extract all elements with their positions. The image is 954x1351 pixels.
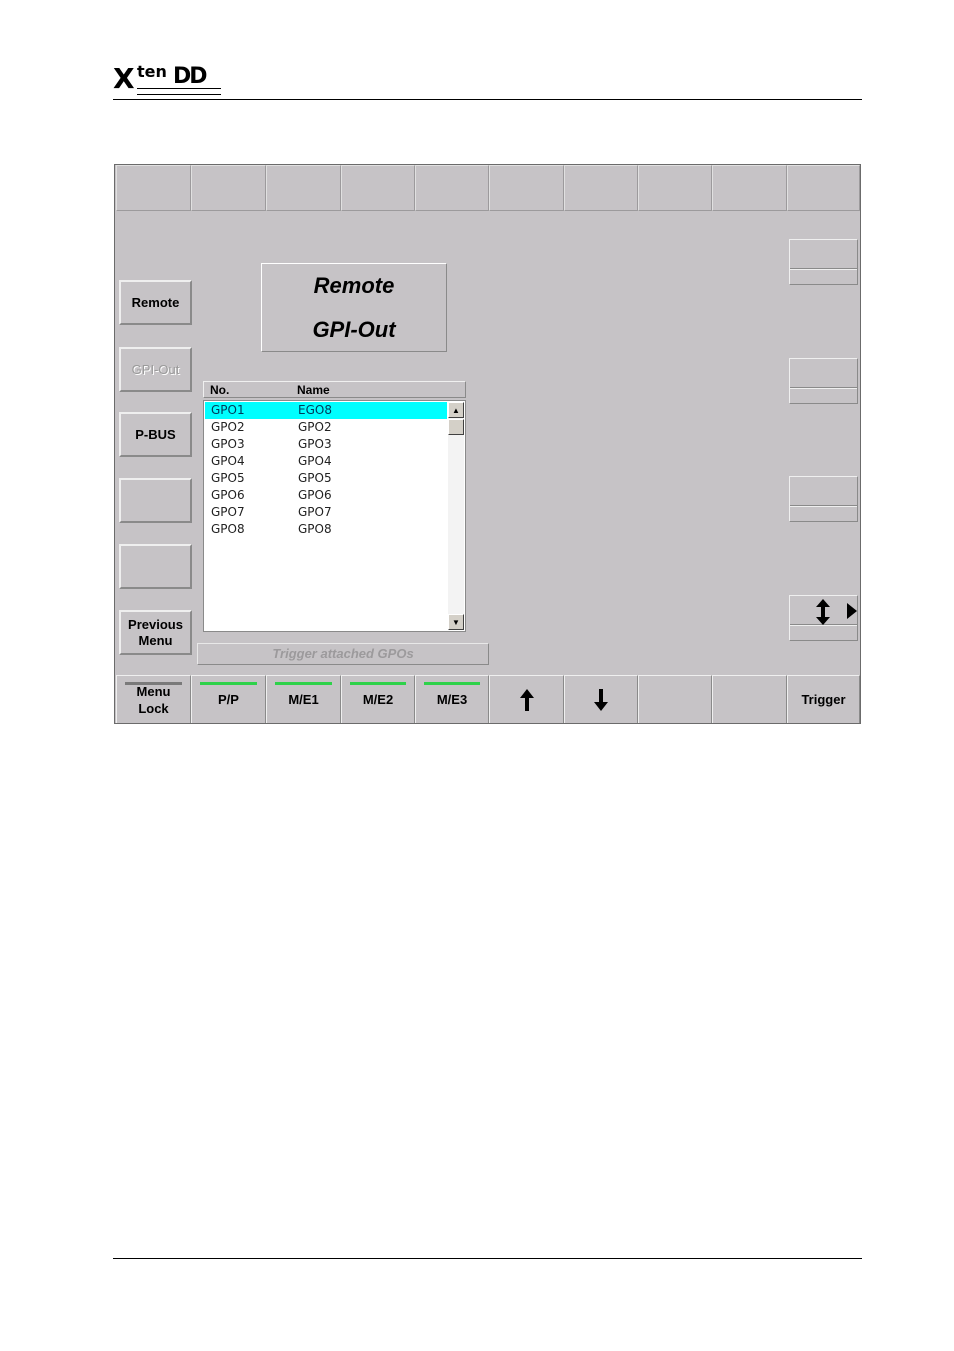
me3-indicator [424, 682, 480, 685]
gpo-list-header: No. Name [203, 381, 466, 398]
top-softkey-10[interactable] [787, 165, 860, 211]
gpo-number: GPO8 [211, 522, 245, 536]
status-hint: Trigger attached GPOs [197, 643, 489, 665]
gpo-name: GPO2 [298, 420, 332, 434]
previous-menu-button-label: Previous Menu [128, 616, 183, 648]
remote-button[interactable]: Remote [119, 280, 192, 325]
up-down-arrow-icon [816, 599, 830, 625]
p-bus-button-label: P-BUS [135, 426, 176, 442]
gpo-number: GPO5 [211, 471, 245, 485]
top-softkey-9[interactable] [712, 165, 787, 211]
me2-indicator [350, 682, 406, 685]
top-softkey-6[interactable] [489, 165, 564, 211]
xten-dd-logo: X ten DD [113, 62, 223, 96]
up-button[interactable] [489, 675, 564, 723]
list-item[interactable]: GPO4 GPO4 [205, 453, 447, 470]
top-softkey-8[interactable] [638, 165, 712, 211]
list-item[interactable]: GPO8 GPO8 [205, 521, 447, 538]
down-button[interactable] [564, 675, 638, 723]
gpi-out-panel: Remote GPI-Out P-BUS Previous Menu Remot… [114, 164, 861, 724]
gpo-name: GPO6 [298, 488, 332, 502]
trigger-label: Trigger [801, 692, 846, 707]
gpo-name: GPO4 [298, 454, 332, 468]
gpo-number: GPO4 [211, 454, 245, 468]
gpo-list[interactable]: GPO1 EGO8 GPO2 GPO2 GPO3 GPO3 GPO4 GPO4 … [203, 400, 466, 632]
gpo-number: GPO2 [211, 420, 245, 434]
gpo-number: GPO3 [211, 437, 245, 451]
me2-label: M/E2 [362, 692, 394, 707]
bottom-empty-button-1[interactable] [638, 675, 712, 723]
scroll-thumb[interactable] [448, 419, 464, 435]
list-item[interactable]: GPO3 GPO3 [205, 436, 447, 453]
list-scrollbar[interactable]: ▲ ▼ [448, 402, 464, 630]
list-item[interactable]: GPO2 GPO2 [205, 419, 447, 436]
play-right-icon[interactable] [847, 603, 857, 619]
me2-button[interactable]: M/E2 [341, 675, 415, 723]
top-softkey-4[interactable] [341, 165, 415, 211]
list-item[interactable]: GPO7 GPO7 [205, 504, 447, 521]
right-softkey-2[interactable] [789, 358, 858, 404]
logo-dd: DD [173, 64, 208, 89]
footer-rule [113, 1258, 862, 1259]
left-empty-button-2[interactable] [119, 544, 192, 589]
page-title-line2: GPI-Out [312, 317, 396, 342]
list-item[interactable]: GPO6 GPO6 [205, 487, 447, 504]
page-title-line1: Remote [313, 273, 395, 298]
gpo-name: EGO8 [298, 403, 332, 417]
gpo-name: GPO7 [298, 505, 332, 519]
list-item[interactable]: GPO1 EGO8 [205, 402, 447, 419]
gpo-number: GPO7 [211, 505, 245, 519]
up-arrow-icon [519, 688, 534, 711]
page-title: Remote GPI-Out [261, 263, 447, 352]
gpo-number: GPO6 [211, 488, 245, 502]
top-softkey-7[interactable] [564, 165, 638, 211]
right-softkey-3[interactable] [789, 476, 858, 522]
gpo-name: GPO5 [298, 471, 332, 485]
me1-indicator [275, 682, 332, 685]
trigger-button[interactable]: Trigger [787, 675, 860, 723]
gpo-number: GPO1 [211, 403, 245, 417]
me1-button[interactable]: M/E1 [266, 675, 341, 723]
top-softkey-1[interactable] [116, 165, 191, 211]
logo-x: X [113, 62, 135, 95]
pp-button[interactable]: P/P [191, 675, 266, 723]
left-empty-button-1[interactable] [119, 478, 192, 523]
menu-lock-button[interactable]: Menu Lock [116, 675, 191, 723]
scroll-up-icon[interactable]: ▲ [448, 402, 464, 418]
down-arrow-icon [594, 688, 608, 711]
header-rule [113, 99, 862, 100]
logo-underline [137, 88, 221, 95]
list-item[interactable]: GPO5 GPO5 [205, 470, 447, 487]
pp-indicator [200, 682, 257, 685]
menu-lock-label: Menu Lock [136, 683, 171, 716]
column-header-no: No. [210, 383, 230, 397]
menu-lock-indicator [125, 682, 182, 685]
column-header-name: Name [297, 383, 330, 397]
me3-button[interactable]: M/E3 [415, 675, 489, 723]
pp-label: P/P [218, 692, 239, 707]
me3-label: M/E3 [436, 692, 468, 707]
remote-button-label: Remote [131, 294, 180, 310]
right-softkey-4[interactable] [789, 595, 858, 641]
scroll-down-icon[interactable]: ▼ [448, 614, 464, 630]
top-softkey-2[interactable] [191, 165, 266, 211]
p-bus-button[interactable]: P-BUS [119, 412, 192, 457]
top-softkey-5[interactable] [415, 165, 489, 211]
gpo-name: GPO8 [298, 522, 332, 536]
gpo-name: GPO3 [298, 437, 332, 451]
gpi-out-button[interactable]: GPI-Out [119, 347, 192, 392]
previous-menu-button[interactable]: Previous Menu [119, 610, 192, 655]
me1-label: M/E1 [288, 692, 319, 707]
bottom-empty-button-2[interactable] [712, 675, 787, 723]
logo-ten: ten [137, 62, 167, 81]
gpi-out-button-label: GPI-Out [131, 361, 180, 377]
right-softkey-1[interactable] [789, 239, 858, 285]
top-softkey-3[interactable] [266, 165, 341, 211]
